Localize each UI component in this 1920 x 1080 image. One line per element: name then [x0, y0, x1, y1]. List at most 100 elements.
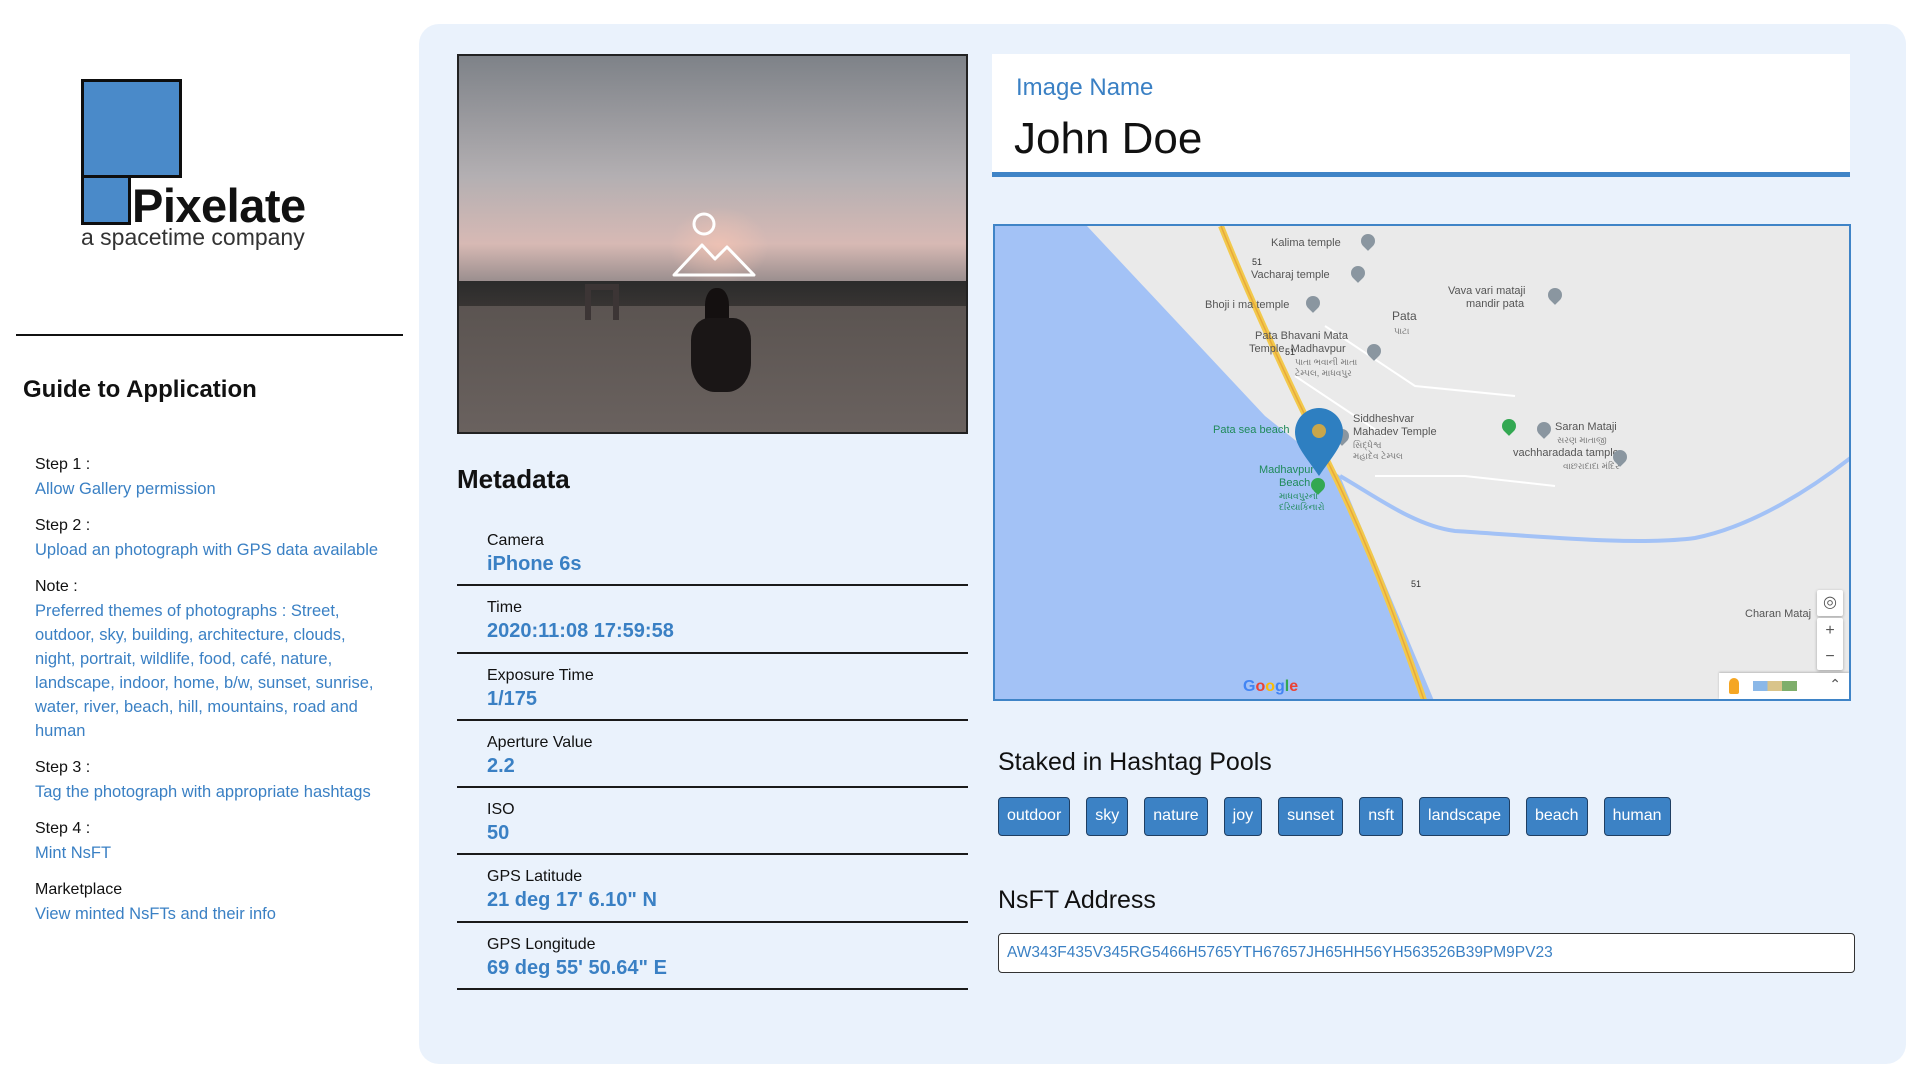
hashtag-chip[interactable]: beach: [1525, 797, 1588, 836]
hashtag-chip[interactable]: landscape: [1419, 797, 1510, 836]
google-logo-letter: o: [1255, 678, 1266, 695]
map-label-vava: Vava vari mataji: [1448, 285, 1526, 297]
hashtag-chip[interactable]: outdoor: [998, 797, 1071, 836]
map-label-siddheshvar-2: Mahadev Temple: [1353, 426, 1437, 438]
hashtag-chip[interactable]: human: [1603, 797, 1671, 836]
metadata-row-longitude: GPS Longitude 69 deg 55' 50.64" E: [457, 923, 968, 991]
map-label-saran-gu: સરણ માતાજી: [1557, 435, 1607, 445]
metadata-value: iPhone 6s: [487, 553, 582, 575]
step-text[interactable]: Upload an photograph with GPS data avail…: [35, 538, 390, 562]
metadata-value: 1/175: [487, 687, 538, 710]
map-label-madhavpur-2: Beach: [1279, 477, 1311, 489]
road-shield-51: 51: [1285, 347, 1296, 357]
hashtag-pools: outdoor sky nature joy sunset nsft lands…: [998, 797, 1687, 836]
location-map[interactable]: Kalima temple Vacharaj temple Bhoji i ma…: [993, 224, 1851, 701]
map-label-vava-2: mandir pata: [1466, 298, 1525, 310]
step-title: Step 2 :: [35, 517, 91, 534]
metadata-label: Aperture Value: [487, 733, 593, 751]
brand-name: Pixelate: [132, 179, 306, 232]
image-name-label: Image Name: [1016, 74, 1154, 101]
metadata-title: Metadata: [457, 464, 570, 494]
staked-title: Staked in Hashtag Pools: [998, 748, 1272, 776]
map-label-vachharadada-gu: વાછરાદાદા મંદિર: [1563, 461, 1620, 471]
metadata-label: ISO: [487, 801, 515, 819]
step-text: Preferred themes of photographs : Street…: [35, 602, 374, 740]
guide-note: Note : Preferred themes of photographs :…: [35, 575, 390, 743]
pegman-icon[interactable]: [1729, 678, 1739, 694]
guide-steps: Step 1 : Allow Gallery permission Step 2…: [35, 453, 390, 939]
photo-gate: [585, 284, 619, 320]
step-text[interactable]: Tag the photograph with appropriate hash…: [35, 780, 390, 804]
map-label-vacharaj: Vacharaj temple: [1251, 269, 1330, 281]
map-label-bhoji: Bhoji i ma temple: [1205, 299, 1290, 311]
sidebar-divider: [16, 334, 403, 336]
map-label-siddheshvar: Siddheshvar: [1353, 413, 1415, 425]
map-label-charan: Charan Mataj: [1745, 608, 1812, 620]
metadata-row-latitude: GPS Latitude 21 deg 17' 6.10" N: [457, 855, 968, 923]
hashtag-chip[interactable]: sky: [1086, 797, 1129, 836]
map-base: [995, 226, 1849, 699]
metadata-value: 50: [487, 822, 510, 845]
metadata-list: Camera iPhone 6s Time 2020:11:08 17:59:5…: [457, 519, 968, 991]
road-shield-51: 51: [1411, 579, 1422, 589]
metadata-label: GPS Longitude: [487, 935, 596, 953]
hashtag-chip[interactable]: joy: [1223, 797, 1263, 836]
map-label-saran: Saran Mataji: [1555, 421, 1617, 433]
step-text[interactable]: Mint NsFT: [35, 841, 390, 865]
zoom-controls: + −: [1817, 618, 1843, 670]
step-text[interactable]: View minted NsFTs and their info: [35, 902, 390, 926]
map-label-pata-sea-beach: Pata sea beach: [1213, 424, 1290, 436]
step-title: Note :: [35, 578, 78, 595]
image-placeholder-icon[interactable]: [669, 212, 759, 282]
map-layers-icon[interactable]: [1753, 681, 1797, 691]
step-title: Step 1 :: [35, 456, 91, 473]
step-title: Marketplace: [35, 881, 123, 898]
map-bottom-toolbar: ⌃: [1719, 673, 1849, 699]
image-name-value[interactable]: John Doe: [1014, 114, 1202, 164]
guide-title: Guide to Application: [23, 376, 257, 403]
metadata-value: 69 deg 55' 50.64" E: [487, 956, 667, 979]
guide-step-2: Step 2 : Upload an photograph with GPS d…: [35, 514, 390, 562]
metadata-value: 2.2: [487, 754, 515, 777]
map-label-bhavani-2: Temple, Madhavpur: [1249, 343, 1346, 355]
logo-large-square: [81, 79, 182, 178]
metadata-label: Time: [487, 599, 522, 617]
map-label-vachharadada: vachharadada tample: [1513, 447, 1619, 459]
guide-step-4: Step 4 : Mint NsFT: [35, 817, 390, 865]
step-title: Step 3 :: [35, 759, 91, 776]
nsft-address-field[interactable]: AW343F435V345RG5466H5765YTH67657JH65HH56…: [998, 933, 1855, 973]
pixelate-logo[interactable]: Pixelate a spacetime company: [80, 78, 350, 258]
metadata-label: GPS Latitude: [487, 868, 583, 886]
road-shield-51: 51: [1252, 257, 1263, 267]
map-label-pata: Pata: [1392, 309, 1417, 323]
metadata-label: Exposure Time: [487, 666, 594, 684]
hashtag-chip[interactable]: nsft: [1359, 797, 1404, 836]
metadata-value: 21 deg 17' 6.10" N: [487, 889, 657, 912]
zoom-in-button[interactable]: +: [1817, 618, 1843, 644]
logo-small-square: [81, 175, 131, 225]
step-text[interactable]: Allow Gallery permission: [35, 477, 390, 501]
my-location-icon[interactable]: ◎: [1817, 590, 1843, 616]
map-label-siddheshvar-gu-2: મહાદેવ ટેમ્પલ: [1353, 451, 1403, 461]
google-logo-letter: o: [1265, 678, 1276, 695]
guide-marketplace: Marketplace View minted NsFTs and their …: [35, 878, 390, 926]
google-logo-letter: G: [1243, 678, 1256, 695]
zoom-out-button[interactable]: −: [1817, 644, 1843, 670]
google-logo-letter: g: [1275, 678, 1285, 695]
hashtag-chip[interactable]: nature: [1144, 797, 1208, 836]
photo-motorbike: [691, 318, 751, 392]
guide-step-3: Step 3 : Tag the photograph with appropr…: [35, 756, 390, 804]
google-logo-letter: e: [1289, 678, 1299, 695]
uploaded-photo[interactable]: [457, 54, 968, 434]
location-marker-icon[interactable]: [1291, 406, 1347, 478]
expand-button[interactable]: ⌃: [1829, 676, 1841, 693]
map-label-bhavani: Pata Bhavani Mata: [1255, 330, 1348, 342]
sidebar: Pixelate a spacetime company Guide to Ap…: [0, 0, 410, 1080]
hashtag-chip[interactable]: sunset: [1278, 797, 1344, 836]
guide-step-1: Step 1 : Allow Gallery permission: [35, 453, 390, 501]
metadata-row-exposure: Exposure Time 1/175: [457, 654, 968, 721]
brand-tagline: a spacetime company: [81, 224, 305, 250]
image-name-card: Image Name John Doe: [992, 54, 1850, 177]
nsft-address-title: NsFT Address: [998, 886, 1156, 914]
map-label-kalima: Kalima temple: [1271, 237, 1341, 249]
